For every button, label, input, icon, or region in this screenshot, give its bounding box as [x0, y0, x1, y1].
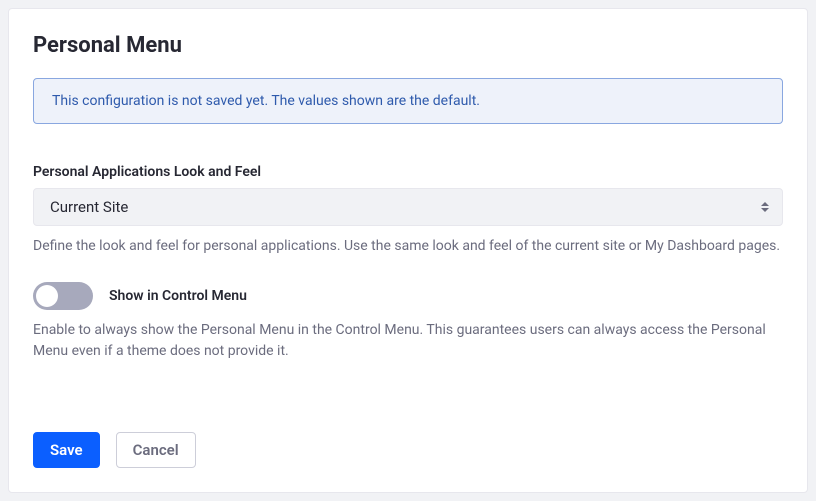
- look-and-feel-label: Personal Applications Look and Feel: [33, 164, 783, 180]
- toggle-knob: [36, 285, 58, 307]
- show-control-toggle-row: Show in Control Menu: [33, 282, 783, 310]
- look-and-feel-select[interactable]: Current Site: [33, 188, 783, 226]
- show-control-help: Enable to always show the Personal Menu …: [33, 320, 783, 361]
- page-title: Personal Menu: [33, 33, 783, 58]
- settings-panel: Personal Menu This configuration is not …: [8, 8, 808, 493]
- info-alert: This configuration is not saved yet. The…: [33, 78, 783, 124]
- alert-message: This configuration is not saved yet. The…: [52, 93, 480, 109]
- look-and-feel-help: Define the look and feel for personal ap…: [33, 236, 783, 256]
- button-bar: Save Cancel: [33, 432, 196, 468]
- show-control-toggle[interactable]: [33, 282, 93, 310]
- save-button[interactable]: Save: [33, 432, 100, 468]
- look-and-feel-select-wrapper: Current Site: [33, 188, 783, 226]
- show-control-label: Show in Control Menu: [109, 288, 247, 304]
- cancel-button[interactable]: Cancel: [116, 432, 196, 468]
